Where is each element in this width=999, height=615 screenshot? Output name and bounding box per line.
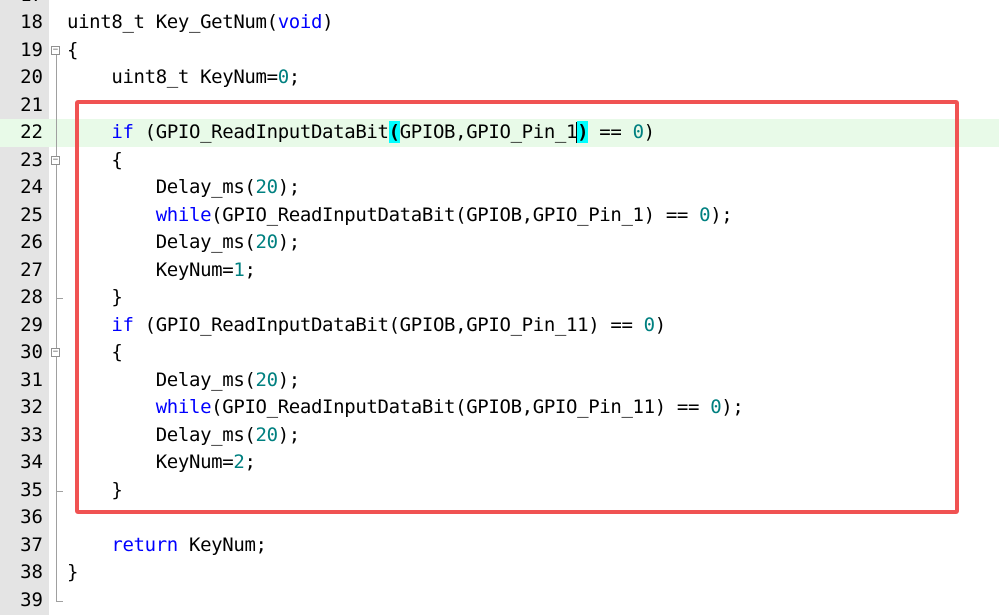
code-line[interactable]: 39 [0,587,999,615]
code-line[interactable]: 37 return KeyNum; [0,532,999,560]
fold-toggle-icon[interactable]: − [51,348,60,357]
line-number: 20 [20,66,43,88]
fold-toggle-icon[interactable]: − [51,45,60,55]
code-line[interactable]: 18 uint8_t Key_GetNum(void) [0,9,999,37]
line-number: 17 [0,0,43,9]
line-number: 32 [20,396,43,418]
line-number: 18 [20,11,43,33]
code-text[interactable]: uint8_t Key_GetNum(void) [67,9,334,37]
line-number: 33 [20,423,43,446]
code-line-partial: 17 [0,0,999,9]
line-number: 28 [20,286,43,308]
line-number: 37 [20,533,43,556]
fold-end-marker [56,600,63,602]
line-number: 24 [20,176,43,198]
line-number: 26 [20,231,43,253]
line-number: 36 [20,506,43,528]
code-line[interactable]: 19 { [0,37,999,65]
code-editor[interactable]: 17 18 uint8_t Key_GetNum(void) 19 {20 uint8_… [0,0,999,615]
line-number: 38 [20,561,43,583]
line-number: 29 [20,313,43,336]
code-line[interactable]: 38} [0,559,999,587]
line-number: 34 [20,451,43,473]
line-number: 31 [20,368,43,391]
line-number: 19 [20,38,43,61]
line-number: 22 [20,121,43,143]
line-number: 30 [20,341,43,363]
fold-guide-line [56,54,57,601]
line-number: 25 [20,203,43,226]
code-line[interactable]: 20 uint8_t KeyNum=0; [0,64,999,92]
code-text[interactable]: uint8_t KeyNum=0; [67,64,300,92]
line-number: 23 [20,148,43,171]
fold-end-marker [56,490,63,492]
line-number: 35 [20,478,43,501]
code-text[interactable]: return KeyNum; [67,532,267,560]
line-number: 39 [20,588,43,611]
fold-end-marker [56,298,63,299]
fold-toggle-icon[interactable]: − [51,155,60,165]
annotation-highlight-box [75,100,959,514]
line-number: 21 [20,93,43,116]
code-text[interactable]: } [67,559,78,587]
line-number: 27 [20,258,43,281]
code-text[interactable]: { [67,37,78,65]
